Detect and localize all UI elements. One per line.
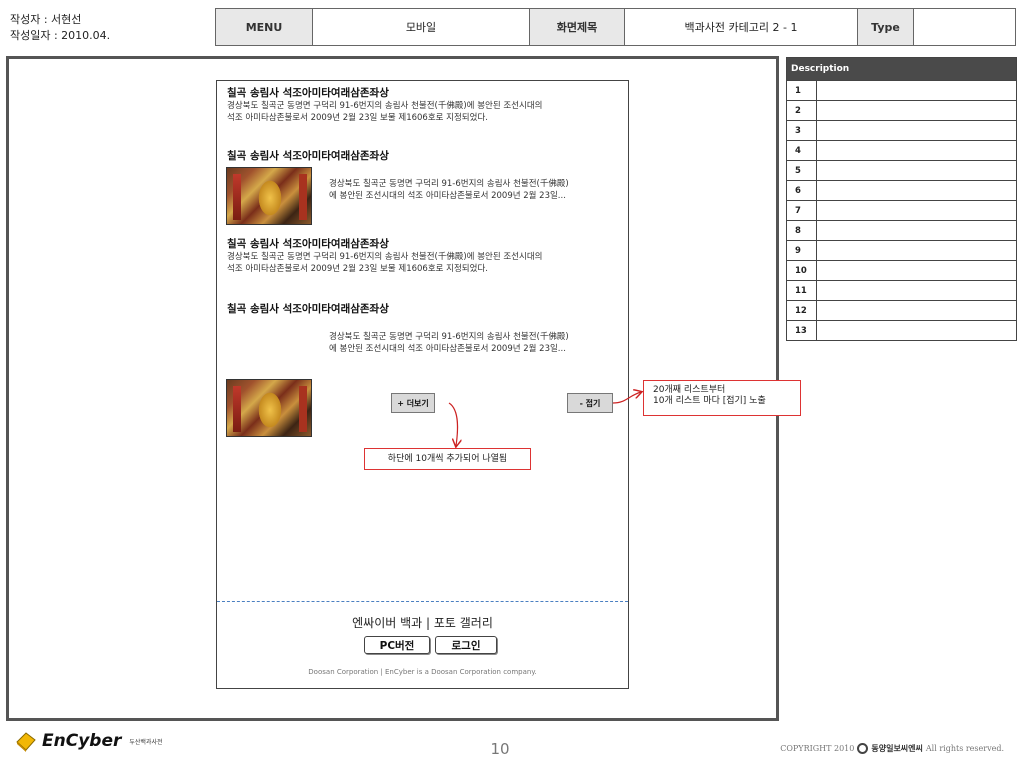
description-row-value [817, 121, 1016, 140]
description-row-value [817, 281, 1016, 300]
description-row: 1 [787, 80, 1016, 100]
description-row: 6 [787, 180, 1016, 200]
description-row: 3 [787, 120, 1016, 140]
description-heading: Description [787, 58, 1016, 80]
copyright-company: 동양일보씨엔씨 [871, 744, 923, 753]
description-row-value [817, 321, 1016, 340]
description-row-value [817, 101, 1016, 120]
description-table: Description 1 2 3 4 5 6 7 8 9 10 11 12 13 [786, 57, 1017, 341]
brand-sub: 두산백과사전 [129, 738, 163, 746]
description-row-value [817, 81, 1016, 100]
description-row: 7 [787, 200, 1016, 220]
page-number: 10 [490, 740, 510, 758]
description-row: 10 [787, 260, 1016, 280]
description-row-number: 8 [787, 221, 817, 240]
description-row-number: 7 [787, 201, 817, 220]
description-row-number: 11 [787, 281, 817, 300]
description-row-value [817, 161, 1016, 180]
description-row: 8 [787, 220, 1016, 240]
description-row-number: 1 [787, 81, 817, 100]
copyright-suffix: All rights reserved. [925, 744, 1004, 753]
description-row-number: 12 [787, 301, 817, 320]
description-row-number: 10 [787, 261, 817, 280]
description-row-number: 6 [787, 181, 817, 200]
description-row-number: 5 [787, 161, 817, 180]
description-row: 9 [787, 240, 1016, 260]
description-row-number: 4 [787, 141, 817, 160]
description-row-value [817, 201, 1016, 220]
more-arrow [448, 402, 458, 446]
description-row: 13 [787, 320, 1016, 340]
description-row: 11 [787, 280, 1016, 300]
description-row-value [817, 301, 1016, 320]
description-row-value [817, 241, 1016, 260]
copyright: COPYRIGHT 2010 동양일보씨엔씨 All rights reserv… [780, 743, 1004, 754]
description-row-value [817, 141, 1016, 160]
company-logo-icon [857, 743, 869, 754]
description-row-value [817, 261, 1016, 280]
brand-logo: EnCyber 두산백과사전 [14, 730, 162, 752]
description-row: 2 [787, 100, 1016, 120]
fold-arrow [612, 392, 641, 404]
book-icon [16, 732, 36, 752]
brand-name: EnCyber [42, 731, 122, 751]
copyright-prefix: COPYRIGHT 2010 [780, 744, 855, 753]
description-row-value [817, 181, 1016, 200]
description-row-number: 2 [787, 101, 817, 120]
description-row-number: 9 [787, 241, 817, 260]
description-row-number: 3 [787, 121, 817, 140]
description-row-number: 13 [787, 321, 817, 340]
description-row-value [817, 221, 1016, 240]
description-row: 4 [787, 140, 1016, 160]
description-row: 12 [787, 300, 1016, 320]
description-row: 5 [787, 160, 1016, 180]
